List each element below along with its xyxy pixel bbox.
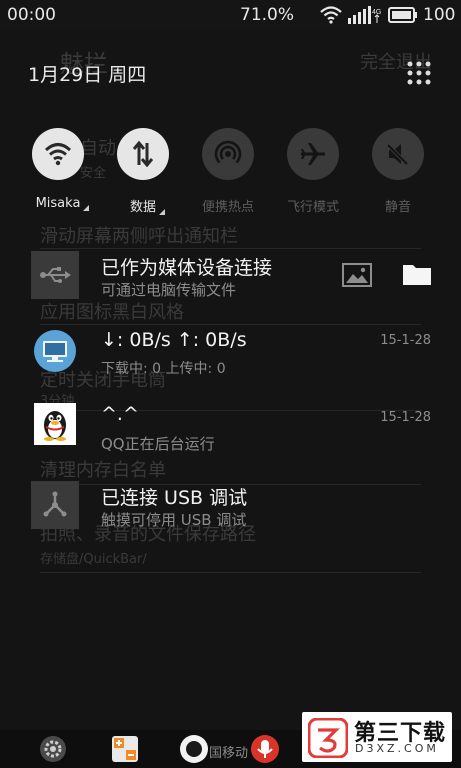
- folder-icon[interactable]: [402, 262, 432, 290]
- notification-time: 15-1-28: [380, 333, 431, 348]
- notification-time: 15-1-28: [380, 410, 431, 425]
- qq-penguin-icon: [34, 403, 76, 445]
- notification-network-speed[interactable]: ↓: 0B/s ↑: 0B/s 下载中: 0 上传中: 0 15-1-28: [0, 325, 461, 385]
- watermark-url: D3XZ.COM: [355, 742, 439, 755]
- toggle-hotspot[interactable]: 便携热点: [183, 128, 273, 215]
- background-row: 滑动屏幕两侧呼出通知栏: [40, 226, 238, 247]
- watermark: 第三下载 D3XZ.COM: [302, 712, 452, 762]
- data-percent: 71.0%: [240, 5, 295, 25]
- usb-icon: [31, 251, 79, 299]
- carrier-label: 国移动: [209, 746, 249, 761]
- notification-title: 已作为媒体设备连接: [101, 257, 273, 279]
- notification-media-device[interactable]: 已作为媒体设备连接 可通过电脑传输文件: [0, 249, 461, 309]
- mute-icon: [372, 128, 424, 180]
- notification-qq[interactable]: ^.^ QQ正在后台运行 15-1-28: [0, 403, 461, 463]
- airplane-icon: [287, 128, 339, 180]
- calculator-icon[interactable]: [110, 734, 140, 764]
- toggle-airplane[interactable]: 飞行模式: [268, 128, 358, 215]
- data-transfer-icon: [117, 128, 169, 180]
- expand-indicator-icon: [83, 205, 90, 211]
- toggle-mute[interactable]: 静音: [353, 128, 443, 215]
- voice-recorder-icon[interactable]: [250, 734, 280, 764]
- expand-indicator-icon: [159, 209, 165, 215]
- date-label: 1月29日 周四: [28, 64, 147, 86]
- notification-title: ↓: 0B/s ↑: 0B/s: [101, 329, 247, 351]
- image-icon[interactable]: [342, 263, 372, 291]
- status-time: 00:00: [7, 5, 56, 25]
- monitor-icon: [31, 327, 79, 375]
- battery-level: 100: [423, 5, 456, 25]
- toggle-label: Misaka: [36, 196, 90, 211]
- notification-subtitle: 触摸可停用 USB 调试: [101, 511, 247, 529]
- toggle-label: 飞行模式: [286, 200, 339, 215]
- battery-icon: [388, 7, 418, 27]
- toggle-label: 便携热点: [201, 200, 254, 215]
- camera-icon[interactable]: [179, 734, 209, 764]
- watermark-logo-icon: [307, 717, 349, 762]
- notification-usb-debugging[interactable]: 已连接 USB 调试 触摸可停用 USB 调试: [0, 479, 461, 539]
- grid-icon[interactable]: [406, 60, 432, 86]
- notification-title: 已连接 USB 调试: [101, 487, 248, 509]
- background-row: 存储盘/QuickBar/: [40, 552, 147, 567]
- toggle-label: 数据: [130, 196, 165, 215]
- settings-icon[interactable]: [38, 734, 68, 764]
- notification-subtitle: 下载中: 0 上传中: 0: [101, 361, 226, 377]
- toggle-data[interactable]: 数据: [98, 128, 188, 215]
- notification-subtitle: 可通过电脑传输文件: [101, 281, 237, 299]
- status-bar: 00:00 71.0% 4G 100: [0, 0, 461, 30]
- wifi-icon: [32, 128, 84, 180]
- notification-title: ^.^: [101, 403, 139, 425]
- signal-icon: 4G: [348, 6, 382, 28]
- hotspot-icon: [202, 128, 254, 180]
- toggle-label: 静音: [384, 200, 411, 215]
- toggle-wifi[interactable]: Misaka: [13, 128, 103, 211]
- wifi-icon: [320, 6, 342, 28]
- notification-subtitle: QQ正在后台运行: [101, 435, 215, 453]
- usb-debug-icon: [31, 481, 79, 529]
